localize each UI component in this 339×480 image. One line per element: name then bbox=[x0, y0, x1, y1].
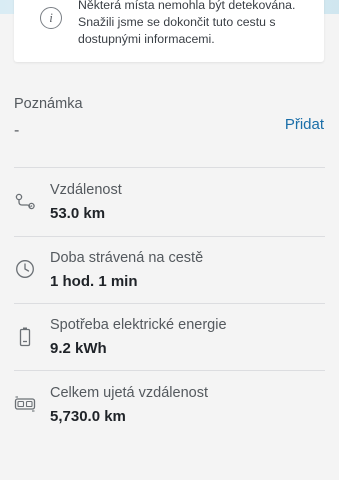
battery-icon bbox=[19, 327, 31, 347]
stat-label: Spotřeba elektrické energie bbox=[50, 317, 227, 333]
stat-value: 1 hod. 1 min bbox=[50, 273, 138, 290]
note-label: Poznámka bbox=[14, 96, 83, 112]
stat-label: Doba strávená na cestě bbox=[50, 250, 204, 266]
stat-value: 5,730.0 km bbox=[50, 408, 126, 425]
info-line: Snažili jsme se dokončit tuto cestu s bbox=[78, 15, 276, 29]
divider bbox=[14, 236, 325, 237]
clock-icon bbox=[16, 260, 34, 278]
stat-label: Vzdálenost bbox=[50, 182, 122, 198]
info-line: Některá místa nemohla být detekována. bbox=[78, 0, 296, 12]
route-icon bbox=[15, 193, 35, 210]
note-value: - bbox=[14, 122, 20, 139]
stat-label: Celkem ujetá vzdálenost bbox=[50, 385, 208, 401]
divider bbox=[14, 167, 325, 168]
divider bbox=[14, 303, 325, 304]
divider bbox=[14, 370, 325, 371]
stat-value: 53.0 km bbox=[50, 205, 106, 222]
stat-value: 9.2 kWh bbox=[50, 340, 107, 357]
add-note-button[interactable]: Přidat bbox=[285, 116, 324, 133]
odometer-icon bbox=[14, 396, 36, 412]
info-banner: i Některá místa nemohla být detekována. … bbox=[14, 0, 324, 62]
info-icon: i bbox=[40, 7, 62, 29]
info-message: Některá místa nemohla být detekována. Sn… bbox=[78, 0, 328, 48]
info-line: dostupnými informacemi. bbox=[78, 32, 215, 46]
